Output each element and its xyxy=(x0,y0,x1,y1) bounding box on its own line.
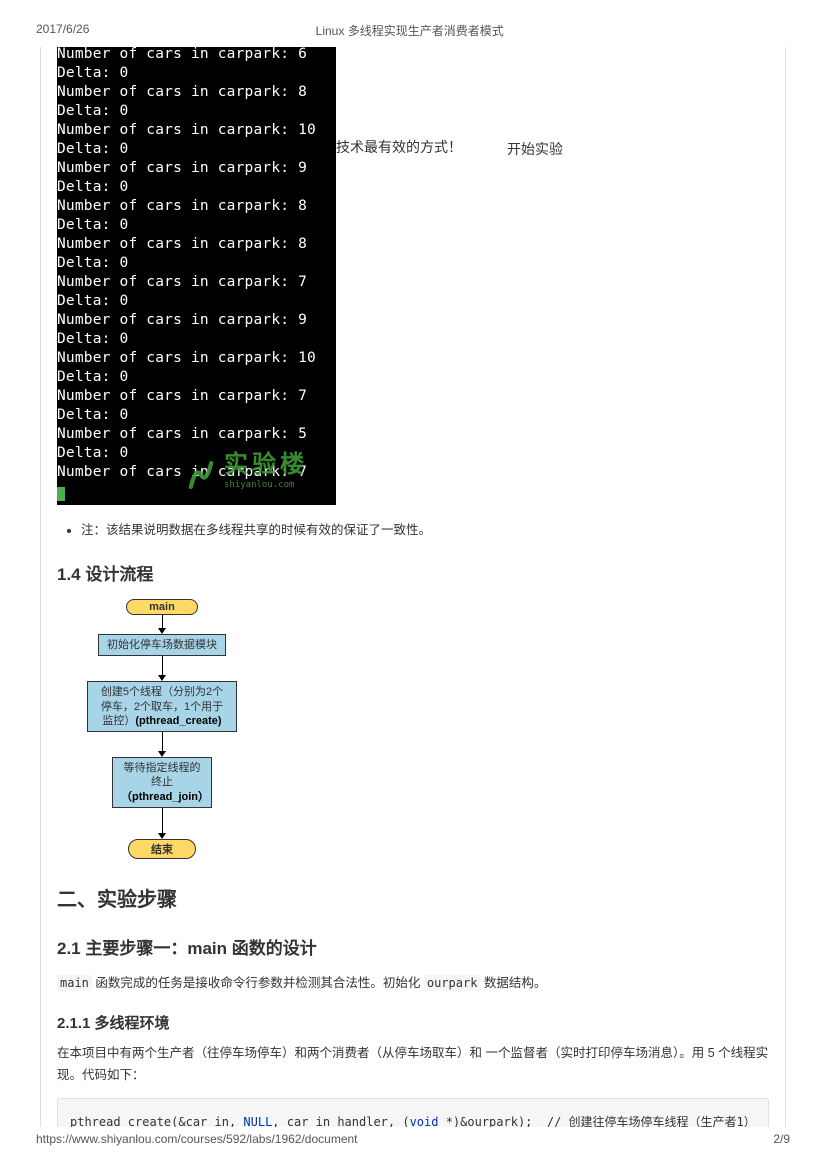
heading-1-4: 1.4 设计流程 xyxy=(57,560,769,585)
flowchart-wait: 等待指定线程的终止（pthread_join） xyxy=(112,757,212,808)
terminal-output: Number of cars in carpark: 6 Delta: 0 Nu… xyxy=(57,47,336,505)
note-item: 注：该结果说明数据在多线程共享的时候有效的保证了一致性。 xyxy=(81,519,769,538)
footer-page: 2/9 xyxy=(773,1132,790,1146)
code-block-threads: pthread_create(&car_in, NULL, car_in_han… xyxy=(57,1098,769,1127)
heading-2-1: 2.1 主要步骤一：main 函数的设计 xyxy=(57,934,769,959)
flowchart: main 初始化停车场数据模块 创建5个线程（分别为2个停车，2个取车，1个用于… xyxy=(57,599,267,859)
flowchart-init: 初始化停车场数据模块 xyxy=(98,634,226,656)
shiyanlou-logo-icon xyxy=(184,458,218,492)
heading-2-1-1: 2.1.1 多线程环境 xyxy=(57,1012,769,1033)
start-experiment-link[interactable]: 开始实验 xyxy=(507,139,563,159)
header-date: 2017/6/26 xyxy=(36,22,89,39)
content-area: Number of cars in carpark: 6 Delta: 0 Nu… xyxy=(40,47,786,1127)
note-list: 注：该结果说明数据在多线程共享的时候有效的保证了一致性。 xyxy=(81,519,769,538)
terminal-cursor xyxy=(57,487,65,501)
watermark: 实验楼 shiyanlou.com xyxy=(184,455,308,495)
flowchart-end: 结束 xyxy=(128,839,196,859)
tech-text: 技术最有效的方式！ xyxy=(336,137,462,157)
flowchart-start: main xyxy=(126,599,198,615)
page-footer: https://www.shiyanlou.com/courses/592/la… xyxy=(36,1132,790,1146)
flowchart-create: 创建5个线程（分别为2个停车，2个取车，1个用于监控）(pthread_crea… xyxy=(87,681,237,732)
footer-url: https://www.shiyanlou.com/courses/592/la… xyxy=(36,1132,358,1146)
para-main-func: main 函数完成的任务是接收命令行参数并检测其合法性。初始化 ourpark … xyxy=(57,973,769,994)
heading-2: 二、实验步骤 xyxy=(57,883,769,912)
para-threads: 在本项目中有两个生产者（往停车场停车）和两个消费者（从停车场取车）和 一个监督者… xyxy=(57,1043,769,1086)
header-title: Linux 多线程实现生产者消费者模式 xyxy=(316,22,504,39)
page-header: 2017/6/26 Linux 多线程实现生产者消费者模式 xyxy=(0,0,826,39)
